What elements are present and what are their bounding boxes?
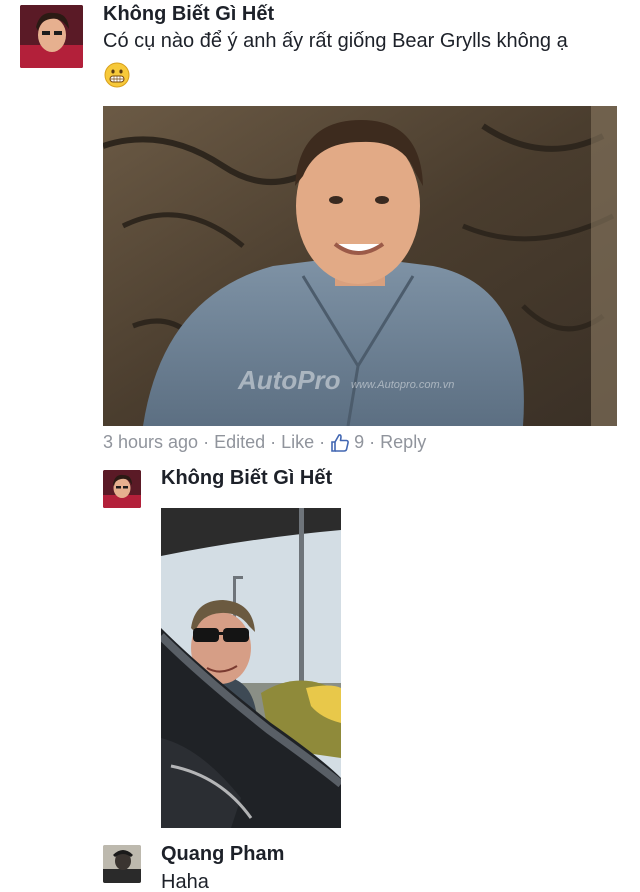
comment-photo[interactable]: AutoPro www.Autopro.com.vn	[103, 106, 617, 426]
comment-author[interactable]: Không Biết Gì Hết	[103, 3, 274, 26]
timestamp[interactable]: 3 hours ago	[103, 432, 198, 453]
comment-meta: 3 hours ago · Edited · Like · 9 · Reply	[103, 432, 426, 453]
comment-author[interactable]: Không Biết Gì Hết	[161, 467, 332, 490]
separator: ·	[319, 432, 326, 452]
thumbs-up-icon[interactable]	[330, 433, 350, 453]
like-button[interactable]: Like	[281, 432, 314, 453]
separator: ·	[270, 432, 277, 452]
comment-photo[interactable]	[161, 508, 341, 828]
grinning-face-icon	[104, 62, 130, 88]
avatar[interactable]	[20, 5, 83, 68]
comment-thread: Không Biết Gì Hết Có cụ nào để ý anh ấy …	[0, 0, 640, 892]
avatar[interactable]	[103, 470, 141, 508]
separator: ·	[203, 432, 210, 452]
svg-text:www.Autopro.com.vn: www.Autopro.com.vn	[351, 379, 454, 391]
comment-text: Haha	[161, 871, 209, 892]
comment-text: Có cụ nào để ý anh ấy rất giống Bear Gry…	[103, 30, 568, 52]
like-count[interactable]: 9	[354, 432, 364, 453]
photo-watermark: AutoPro	[237, 365, 341, 395]
separator: ·	[369, 432, 376, 452]
comment-author[interactable]: Quang Pham	[161, 843, 284, 866]
edited-label[interactable]: Edited	[214, 432, 265, 453]
avatar[interactable]	[103, 845, 141, 883]
reply-button[interactable]: Reply	[380, 432, 426, 453]
